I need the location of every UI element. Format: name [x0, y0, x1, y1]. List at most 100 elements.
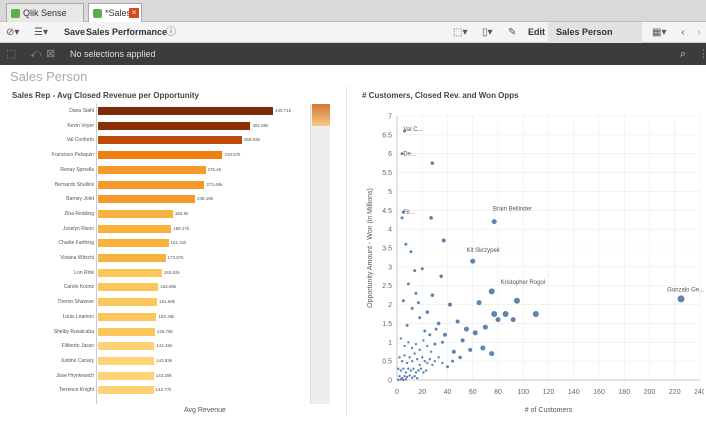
scatter-point[interactable]	[414, 291, 418, 295]
scatter-point[interactable]	[428, 358, 432, 361]
scroll-thumb[interactable]	[312, 104, 330, 126]
scatter-point[interactable]	[405, 361, 409, 365]
scatter-point[interactable]	[412, 367, 415, 370]
scatter-point[interactable]	[399, 378, 402, 381]
bar[interactable]	[98, 283, 159, 292]
scatter-point[interactable]	[400, 359, 404, 363]
scatter-point[interactable]	[410, 359, 414, 363]
bar-category-label[interactable]: Zina Redding	[0, 211, 94, 217]
scatter-point[interactable]	[446, 365, 449, 369]
scatter-point[interactable]	[510, 317, 516, 323]
scatter-point[interactable]	[409, 369, 413, 372]
tab-hub[interactable]: Qlik Sense Desktop hub	[6, 3, 84, 37]
bar[interactable]	[98, 209, 173, 218]
scatter-point[interactable]	[398, 356, 401, 359]
scatter-point[interactable]	[429, 216, 433, 220]
bar-chart-scrollbar[interactable]	[310, 104, 330, 404]
scatter-point[interactable]	[414, 371, 418, 374]
next-sheet-icon[interactable]: ›	[690, 22, 706, 43]
current-sheet[interactable]: Sales Person	[548, 22, 642, 43]
search-icon[interactable]: ⌕	[680, 43, 686, 65]
scatter-point[interactable]	[419, 367, 423, 370]
scatter-point[interactable]	[405, 323, 409, 327]
bar-category-label[interactable]: Shelby Ruvalcaba	[0, 329, 94, 335]
scatter-point[interactable]	[429, 350, 433, 353]
scatter-point[interactable]	[451, 349, 456, 354]
bar[interactable]	[98, 356, 154, 365]
bar-category-label[interactable]: Francisco Peloquin	[0, 152, 94, 158]
bar-category-label[interactable]: Jose Hrynkewich	[0, 373, 94, 379]
scatter-point[interactable]	[399, 337, 402, 340]
bar[interactable]	[98, 180, 205, 189]
scatter-point[interactable]	[406, 282, 410, 286]
scatter-point[interactable]	[418, 363, 421, 367]
bar-category-label[interactable]: Justine Canary	[0, 358, 94, 364]
close-tab-icon[interactable]: ×	[129, 8, 139, 18]
clear-all-icon[interactable]: ⊠	[46, 43, 55, 65]
scatter-point[interactable]	[455, 319, 460, 324]
bar[interactable]	[98, 136, 242, 145]
scatter-point[interactable]	[425, 310, 430, 314]
scatter-chart[interactable]: 0 20 40 60 80 100 120 140 160 180 200 220 240 0 0.5 1 1.…	[360, 102, 704, 422]
scatter-point[interactable]	[426, 361, 429, 365]
bar-category-label[interactable]: Louis Leamon	[0, 314, 94, 320]
scatter-point[interactable]	[408, 374, 411, 377]
story-icon[interactable]: ⬚▾	[453, 22, 467, 43]
scatter-point[interactable]	[468, 347, 473, 352]
sheets-overview-icon[interactable]: ▦▾	[652, 22, 666, 43]
scatter-point[interactable]	[433, 342, 437, 346]
scatter-point[interactable]	[439, 274, 443, 279]
scatter-point[interactable]	[428, 333, 432, 337]
scatter-point[interactable]	[401, 299, 405, 303]
bar[interactable]	[98, 386, 154, 395]
scatter-point[interactable]	[460, 338, 465, 343]
list-menu-icon[interactable]: ☰▾	[34, 22, 48, 43]
bar-category-label[interactable]: Charlie Farthing	[0, 240, 94, 246]
step-back-icon[interactable]: ⤺	[30, 43, 42, 65]
bar[interactable]	[98, 342, 155, 351]
scatter-point[interactable]	[400, 216, 404, 220]
scatter-point[interactable]	[404, 371, 408, 374]
save-button[interactable]: Save	[64, 22, 85, 43]
bar[interactable]	[98, 239, 169, 248]
scatter-point[interactable]	[430, 161, 435, 165]
scatter-point[interactable]	[463, 326, 469, 332]
bar[interactable]	[98, 195, 195, 204]
scatter-point[interactable]	[472, 330, 478, 336]
scatter-point[interactable]	[424, 369, 428, 372]
more-icon[interactable]: ⋮	[698, 43, 706, 65]
scatter-point[interactable]	[416, 358, 419, 361]
scatter-point[interactable]	[405, 375, 409, 379]
bar-category-label[interactable]: Renay Spinella	[0, 167, 94, 173]
scatter-point[interactable]	[441, 361, 444, 365]
scatter-point[interactable]	[437, 356, 440, 359]
scatter-point[interactable]	[442, 332, 447, 337]
scatter-point[interactable]	[482, 324, 488, 330]
scatter-point[interactable]	[513, 297, 520, 304]
bar[interactable]	[98, 254, 166, 262]
scatter-point[interactable]	[407, 367, 410, 370]
bar[interactable]	[98, 121, 251, 130]
scatter-point[interactable]	[420, 267, 424, 271]
bar-category-label[interactable]: Lon Rink	[0, 270, 94, 276]
bar[interactable]	[98, 107, 273, 115]
bar-category-label[interactable]: Val Conforto	[0, 137, 94, 143]
bar-category-label[interactable]: Viviana Witschi	[0, 255, 94, 261]
scatter-point[interactable]	[416, 301, 420, 305]
scatter-point[interactable]	[414, 342, 418, 346]
scatter-point[interactable]	[410, 346, 414, 350]
scatter-point[interactable]	[440, 340, 444, 344]
bar-category-label[interactable]: Bernardo Shullick	[0, 182, 94, 188]
navigation-menu-icon[interactable]: ⊘▾	[6, 22, 19, 43]
scatter-point[interactable]	[410, 376, 414, 379]
scatter-point[interactable]	[402, 367, 405, 370]
scatter-point[interactable]	[417, 369, 420, 372]
bar-category-label[interactable]: Joselyn Rison	[0, 226, 94, 232]
scatter-point[interactable]	[423, 329, 427, 333]
edit-button[interactable]: Edit	[528, 22, 545, 43]
scatter-point[interactable]	[413, 269, 417, 273]
bar-category-label[interactable]: Filiberto Jasso	[0, 343, 94, 349]
scatter-point[interactable]	[402, 378, 405, 382]
scatter-point[interactable]	[491, 219, 497, 225]
bar-category-label[interactable]: Theron Shawver	[0, 299, 94, 305]
